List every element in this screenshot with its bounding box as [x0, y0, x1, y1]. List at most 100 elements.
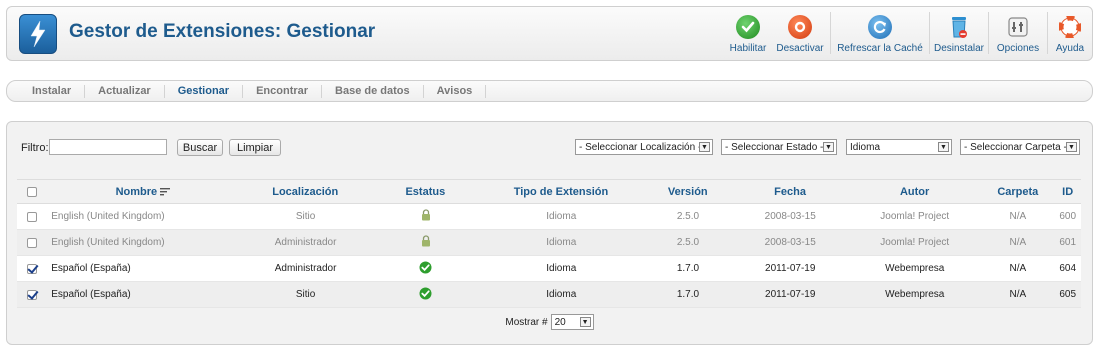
check-circle-icon[interactable]: [419, 287, 432, 300]
type-select[interactable]: Idioma ▼: [846, 139, 952, 155]
row-folder: N/A: [1009, 289, 1027, 300]
row-type: Idioma: [546, 289, 577, 300]
col-location[interactable]: Localización: [239, 186, 372, 198]
row-location: Sitio: [295, 211, 316, 222]
tab-manage[interactable]: Gestionar: [165, 84, 244, 98]
col-date[interactable]: Fecha: [732, 186, 848, 198]
col-name[interactable]: Nombre: [47, 186, 238, 198]
disable-button[interactable]: Desactivar: [770, 7, 830, 60]
row-date: 2008-03-15: [764, 237, 816, 248]
row-type: Idioma: [546, 211, 577, 222]
row-date: 2011-07-19: [765, 263, 816, 274]
state-select[interactable]: - Seleccionar Estado - ▼: [721, 139, 837, 155]
row-location: Sitio: [295, 289, 316, 300]
table-row: English (United Kingdom) Administrador I…: [17, 230, 1081, 256]
row-name[interactable]: Español (España): [47, 263, 239, 274]
row-id: 601: [1059, 237, 1077, 248]
col-version[interactable]: Versión: [643, 186, 732, 198]
list-limit-select[interactable]: 20 ▼: [550, 314, 594, 330]
row-date: 2011-07-19: [765, 289, 816, 300]
row-checkbox[interactable]: [27, 289, 38, 300]
col-folder[interactable]: Carpeta: [981, 186, 1054, 198]
select-all-cell: [17, 186, 47, 197]
row-folder: N/A: [1009, 263, 1027, 274]
refresh-icon: [868, 15, 892, 39]
col-type[interactable]: Tipo de Extensión: [479, 186, 644, 198]
row-version: 2.5.0: [676, 237, 700, 248]
row-checkbox[interactable]: [27, 211, 38, 222]
row-id: 600: [1059, 211, 1077, 222]
row-checkbox[interactable]: [27, 263, 38, 274]
chevron-down-icon: ▼: [579, 317, 591, 327]
page-title: Gestor de Extensiones: Gestionar: [69, 21, 376, 42]
disable-label: Desactivar: [776, 43, 824, 54]
location-select-value: - Seleccionar Localización -: [579, 141, 702, 153]
tab-update[interactable]: Actualizar: [85, 84, 165, 98]
filter-input[interactable]: [49, 139, 167, 155]
type-select-value: Idioma: [850, 141, 881, 153]
extensions-table: Nombre Localización Estatus Tipo de Exte…: [17, 179, 1081, 308]
chevron-down-icon: ▼: [1066, 142, 1077, 152]
options-button[interactable]: Opciones: [989, 7, 1047, 60]
row-name[interactable]: English (United Kingdom): [47, 237, 239, 248]
filter-label: Filtro:: [21, 142, 49, 154]
row-name[interactable]: English (United Kingdom): [47, 211, 239, 222]
table-header: Nombre Localización Estatus Tipo de Exte…: [17, 179, 1081, 204]
tab-warnings[interactable]: Avisos: [424, 84, 487, 98]
stop-circle-icon: [788, 15, 812, 39]
filter-bar: Filtro: Buscar Limpiar - Seleccionar Loc…: [21, 138, 1081, 158]
row-type: Idioma: [546, 263, 577, 274]
toolbar-header: Gestor de Extensiones: Gestionar Habilit…: [6, 6, 1093, 61]
tab-discover[interactable]: Encontrar: [243, 84, 323, 98]
refresh-cache-label: Refrescar la Caché: [837, 43, 923, 54]
list-limit-value: 20: [554, 316, 566, 328]
select-all-checkbox[interactable]: [27, 186, 38, 197]
row-id: 605: [1059, 289, 1077, 300]
col-name-label: Nombre: [115, 185, 158, 198]
folder-select-value: - Seleccionar Carpeta -: [964, 141, 1067, 153]
pagination-label: Mostrar #: [505, 316, 548, 328]
row-location: Administrador: [274, 237, 337, 248]
row-version: 1.7.0: [676, 289, 700, 300]
chevron-down-icon: ▼: [699, 142, 710, 152]
location-select[interactable]: - Seleccionar Localización - ▼: [575, 139, 713, 155]
col-id[interactable]: ID: [1054, 186, 1081, 198]
refresh-cache-button[interactable]: Refrescar la Caché: [831, 7, 929, 60]
lock-icon: [421, 209, 430, 221]
state-select-value: - Seleccionar Estado -: [725, 141, 824, 153]
main-panel: Filtro: Buscar Limpiar - Seleccionar Loc…: [6, 121, 1093, 345]
options-icon: [1006, 15, 1030, 39]
tab-install[interactable]: Instalar: [19, 84, 86, 98]
col-author[interactable]: Autor: [848, 186, 981, 198]
row-version: 2.5.0: [676, 211, 700, 222]
row-id: 604: [1059, 263, 1077, 274]
row-location: Administrador: [274, 263, 337, 274]
clear-button[interactable]: Limpiar: [229, 139, 281, 156]
row-checkbox[interactable]: [27, 237, 38, 248]
row-folder: N/A: [1009, 211, 1027, 222]
enable-label: Habilitar: [729, 43, 767, 54]
tab-database[interactable]: Base de datos: [322, 84, 424, 98]
row-author: Webempresa: [885, 263, 945, 274]
lifebuoy-icon: [1058, 15, 1082, 39]
folder-select[interactable]: - Seleccionar Carpeta - ▼: [960, 139, 1080, 155]
help-button[interactable]: Ayuda: [1048, 7, 1092, 60]
extensions-logo-icon: [19, 14, 57, 54]
col-status[interactable]: Estatus: [372, 186, 479, 198]
row-author: Joomla! Project: [880, 237, 950, 248]
table-row: Español (España) Sitio Idioma 1.7.0 2011…: [17, 282, 1081, 308]
submenu-tabs: Instalar Actualizar Gestionar Encontrar …: [6, 80, 1093, 102]
sort-icon: [160, 187, 171, 195]
uninstall-button[interactable]: Desinstalar: [930, 7, 988, 60]
table-row: English (United Kingdom) Sitio Idioma 2.…: [17, 204, 1081, 230]
check-circle-icon[interactable]: [419, 261, 432, 274]
search-button[interactable]: Buscar: [177, 139, 223, 156]
help-label: Ayuda: [1055, 43, 1085, 54]
toolbar: Habilitar Desactivar Refrescar la Caché …: [726, 7, 1092, 60]
row-version: 1.7.0: [676, 263, 700, 274]
row-date: 2008-03-15: [764, 211, 816, 222]
lock-icon: [421, 235, 430, 247]
enable-button[interactable]: Habilitar: [726, 7, 770, 60]
trash-icon: [947, 15, 971, 39]
row-name[interactable]: Español (España): [47, 289, 239, 300]
